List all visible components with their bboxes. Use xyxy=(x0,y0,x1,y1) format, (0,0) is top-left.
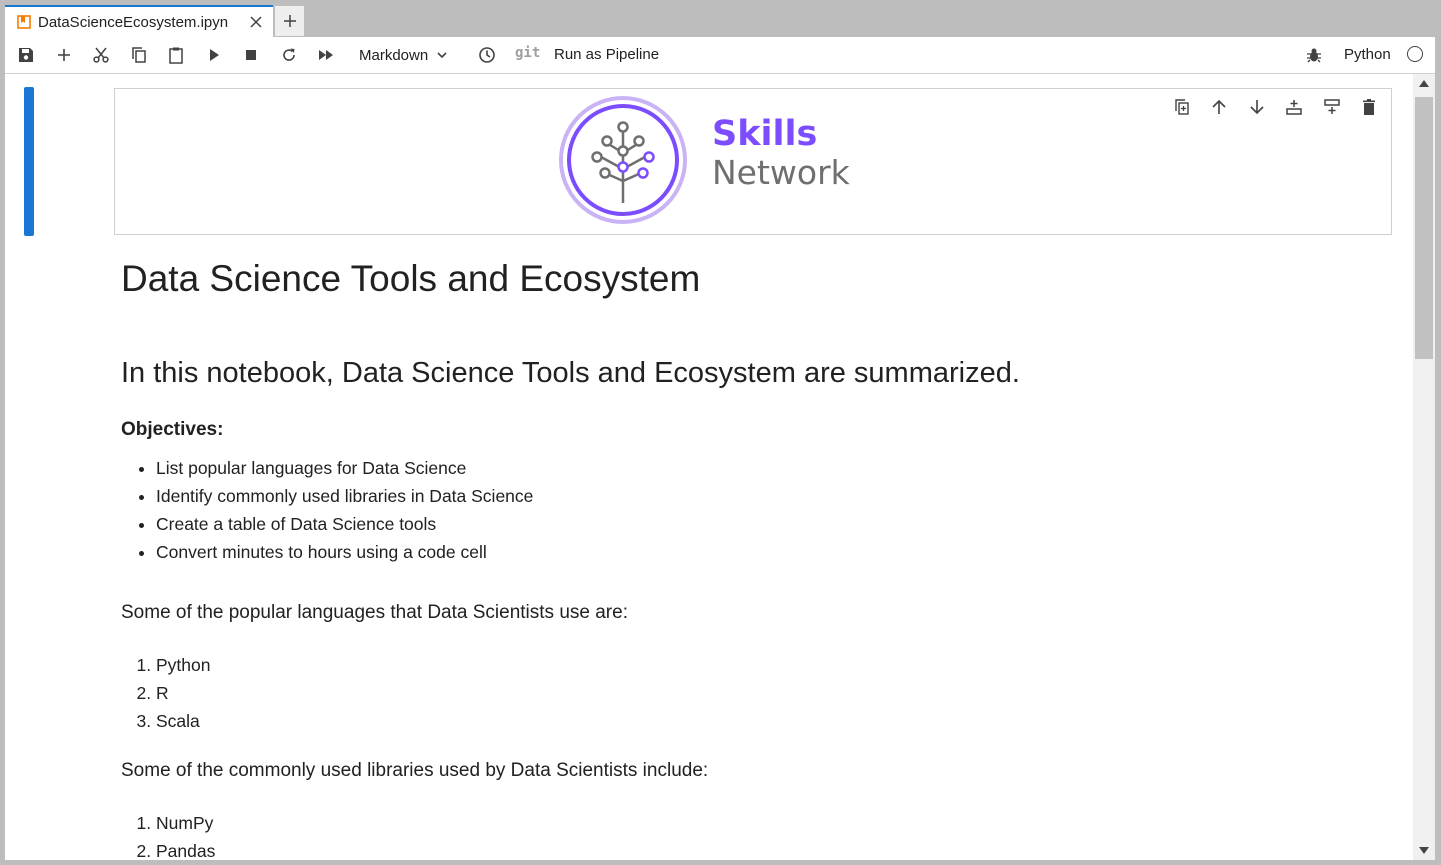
skills-network-logo: Skills Network xyxy=(557,91,867,231)
tree-logo-icon xyxy=(559,96,687,224)
duplicate-icon xyxy=(1174,99,1189,115)
list-item: Scala xyxy=(156,707,210,735)
scroll-up-arrow-icon[interactable] xyxy=(1419,80,1429,87)
active-cell-indicator[interactable] xyxy=(24,87,34,236)
plus-icon xyxy=(283,15,296,27)
save-icon xyxy=(19,48,33,62)
list-item: Convert minutes to hours using a code ce… xyxy=(156,538,533,566)
notebook-subtitle: In this notebook, Data Science Tools and… xyxy=(121,357,1020,389)
cell-type-value: Markdown xyxy=(359,46,429,64)
scissors-icon xyxy=(93,47,109,63)
insert-cell-above-button[interactable] xyxy=(1284,97,1304,117)
scroll-down-arrow-icon[interactable] xyxy=(1419,847,1429,854)
tab-notebook[interactable]: DataScienceEcosystem.ipyn xyxy=(5,5,273,37)
restart-button[interactable] xyxy=(279,45,299,65)
cut-button[interactable] xyxy=(91,45,111,65)
play-icon xyxy=(210,49,219,61)
notebook-panel: Skills Network Data Science Tools and Ec… xyxy=(5,74,1413,860)
languages-intro: Some of the popular languages that Data … xyxy=(121,602,628,623)
notebook-icon xyxy=(17,15,31,29)
arrow-down-icon xyxy=(1249,100,1264,115)
list-item: List popular languages for Data Science xyxy=(156,454,533,482)
objectives-heading: Objectives: xyxy=(121,419,224,440)
run-button[interactable] xyxy=(204,45,224,65)
logo-network-text: Network xyxy=(712,153,850,192)
list-item: R xyxy=(156,679,210,707)
clock-icon xyxy=(479,47,495,63)
close-icon[interactable] xyxy=(248,14,264,30)
libraries-intro: Some of the commonly used libraries used… xyxy=(121,760,709,781)
logo-cell[interactable]: Skills Network xyxy=(114,88,1392,235)
notebook-toolbar: Markdown git Run as Pipeline Python xyxy=(5,37,1435,74)
jupyter-window: DataScienceEcosystem.ipyn Markdown git R… xyxy=(5,5,1435,860)
insert-below-icon xyxy=(1323,99,1340,114)
list-item: Create a table of Data Science tools xyxy=(156,510,533,538)
list-item: Pandas xyxy=(156,837,215,860)
list-item: Identify commonly used libraries in Data… xyxy=(156,482,533,510)
copy-button[interactable] xyxy=(129,45,149,65)
run-as-pipeline-button[interactable]: Run as Pipeline xyxy=(554,46,659,63)
delete-cell-button[interactable] xyxy=(1359,97,1379,117)
insert-cell-below-button[interactable] xyxy=(1322,97,1342,117)
objectives-list: List popular languages for Data Science … xyxy=(121,454,533,566)
move-cell-up-button[interactable] xyxy=(1209,97,1229,117)
git-button[interactable]: git xyxy=(515,45,540,61)
duplicate-cell-button[interactable] xyxy=(1172,97,1192,117)
languages-list: Python R Scala xyxy=(121,651,210,735)
save-button[interactable] xyxy=(16,45,36,65)
page-title: Data Science Tools and Ecosystem xyxy=(121,258,701,299)
list-item: Python xyxy=(156,651,210,679)
trash-icon xyxy=(1363,99,1375,115)
move-cell-down-button[interactable] xyxy=(1247,97,1267,117)
history-button[interactable] xyxy=(477,45,497,65)
plus-icon xyxy=(58,49,70,61)
chevron-down-icon xyxy=(437,52,447,59)
paste-button[interactable] xyxy=(166,45,186,65)
new-tab-button[interactable] xyxy=(275,6,304,36)
tab-title: DataScienceEcosystem.ipyn xyxy=(38,13,229,31)
list-item: NumPy xyxy=(156,809,215,837)
debugger-button[interactable] xyxy=(1304,45,1324,65)
tab-bar: DataScienceEcosystem.ipyn xyxy=(5,5,1435,37)
cell-action-toolbar xyxy=(1154,97,1379,117)
insert-above-icon xyxy=(1286,100,1302,115)
vertical-scrollbar[interactable] xyxy=(1413,74,1435,860)
fast-forward-icon xyxy=(319,50,333,60)
arrow-up-icon xyxy=(1212,99,1226,114)
logo-wordmark: Skills Network xyxy=(712,115,850,193)
clipboard-icon xyxy=(169,47,183,64)
bug-icon xyxy=(1307,48,1321,63)
restart-run-all-button[interactable] xyxy=(316,45,336,65)
kernel-status-icon xyxy=(1407,46,1423,62)
markdown-cell[interactable]: Data Science Tools and Ecosystem In this… xyxy=(121,257,1381,860)
logo-skills-text: Skills xyxy=(712,114,818,154)
cell-type-select[interactable]: Markdown xyxy=(359,45,448,65)
stop-icon xyxy=(246,50,256,60)
libraries-list: NumPy Pandas xyxy=(121,809,215,860)
insert-cell-button[interactable] xyxy=(54,45,74,65)
interrupt-button[interactable] xyxy=(241,45,261,65)
scrollbar-thumb[interactable] xyxy=(1415,97,1433,359)
refresh-icon xyxy=(283,48,295,61)
kernel-name[interactable]: Python xyxy=(1344,46,1391,63)
copy-icon xyxy=(132,47,146,63)
